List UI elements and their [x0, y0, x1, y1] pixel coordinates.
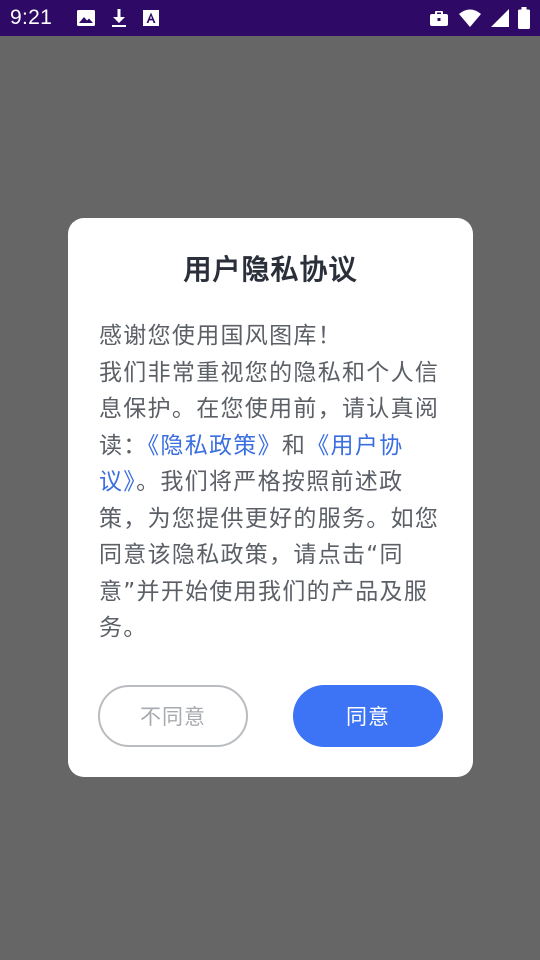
status-bar: 9:21 — [0, 0, 540, 36]
dialog-body: 感谢您使用国风图库！ 我们非常重视您的隐私和个人信息保护。在您使用前，请认真阅读… — [99, 318, 447, 647]
wifi-icon — [458, 8, 482, 28]
agree-button[interactable]: 同意 — [293, 685, 443, 747]
conjunction-text: 和 — [281, 432, 307, 459]
dialog-title: 用户隐私协议 — [183, 253, 358, 286]
system-icons — [428, 7, 530, 29]
greeting-text: 感谢您使用国风图库！ — [99, 323, 342, 349]
notification-icons — [76, 8, 160, 28]
image-icon — [76, 9, 96, 27]
briefcase-icon — [428, 8, 450, 28]
status-time: 9:21 — [10, 6, 53, 29]
disagree-button[interactable]: 不同意 — [98, 685, 248, 747]
privacy-policy-link[interactable]: 《隐私政策》 — [148, 433, 282, 459]
body-text-outro: 。我们将严格按照前述政策，为您提供更好的服务。如您同意该隐私政策，请点击“同意”… — [99, 469, 440, 641]
privacy-dialog: 用户隐私协议 感谢您使用国风图库！ 我们非常重视您的隐私和个人信息保护。在您使用… — [68, 218, 473, 777]
signal-icon — [490, 8, 510, 28]
battery-icon — [518, 7, 530, 29]
download-icon — [110, 8, 128, 28]
font-a-icon — [142, 9, 160, 27]
